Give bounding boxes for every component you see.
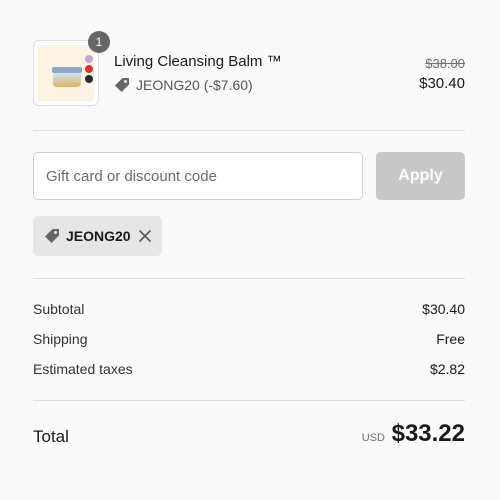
shipping-value: Free	[436, 331, 465, 347]
applied-discount-chip: JEONG20	[33, 216, 162, 256]
discount-code-input[interactable]	[33, 152, 363, 200]
swatch	[85, 65, 93, 73]
product-image	[38, 45, 94, 101]
discounted-price: $30.40	[419, 75, 465, 92]
tag-icon	[45, 229, 59, 243]
tag-icon	[115, 78, 129, 92]
apply-button[interactable]: Apply	[376, 152, 465, 200]
quantity-badge: 1	[88, 31, 110, 53]
total-label: Total	[33, 427, 69, 446]
color-swatches	[85, 55, 95, 85]
divider	[33, 278, 465, 279]
product-discount-label: JEONG20 (-$7.60)	[136, 77, 253, 93]
subtotal-label: Subtotal	[33, 301, 85, 317]
divider	[33, 130, 465, 131]
subtotal-value: $30.40	[422, 301, 465, 317]
shipping-label: Shipping	[33, 331, 88, 347]
currency-code: USD	[361, 432, 385, 444]
total-value: $33.22	[391, 420, 465, 447]
taxes-value: $2.82	[429, 361, 465, 377]
jar-body	[53, 73, 81, 87]
divider	[33, 400, 465, 401]
product-discount: JEONG20 (-$7.60)	[114, 77, 253, 93]
total-row: Total USD $33.22	[33, 420, 465, 454]
swatch	[85, 75, 93, 83]
line-item: 1 Living Cleansing Balm ™ JEONG20 (-$7.6…	[33, 31, 465, 106]
applied-code-label: JEONG20	[66, 228, 131, 244]
product-thumbnail: 1	[33, 31, 110, 106]
close-icon[interactable]	[138, 229, 152, 243]
product-title: Living Cleansing Balm ™	[114, 53, 282, 70]
taxes-label: Estimated taxes	[33, 361, 133, 377]
original-price: $38.00	[425, 56, 465, 71]
swatch	[85, 55, 93, 63]
